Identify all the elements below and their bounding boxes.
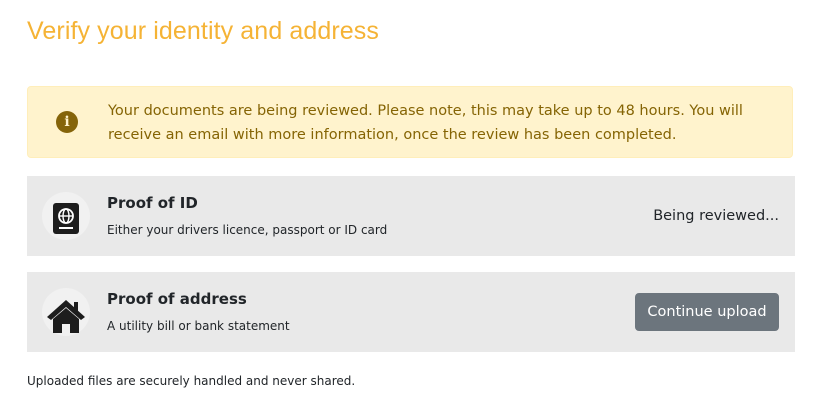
house-icon — [42, 288, 90, 336]
proof-of-address-title: Proof of address — [107, 290, 247, 308]
page-title: Verify your identity and address — [27, 17, 380, 45]
proof-of-id-card: Proof of ID Either your drivers licence,… — [27, 176, 795, 256]
proof-of-id-status: Being reviewed... — [653, 208, 779, 224]
footer-note: Uploaded files are securely handled and … — [27, 374, 356, 388]
proof-of-address-subtitle: A utility bill or bank statement — [107, 319, 290, 333]
review-alert: i Your documents are being reviewed. Ple… — [27, 86, 793, 158]
continue-upload-button[interactable]: Continue upload — [635, 293, 779, 331]
proof-of-id-title: Proof of ID — [107, 194, 198, 212]
proof-of-id-subtitle: Either your drivers licence, passport or… — [107, 223, 388, 237]
info-circle-icon: i — [56, 111, 78, 133]
proof-of-address-card: Proof of address A utility bill or bank … — [27, 272, 795, 352]
passport-icon — [42, 192, 90, 240]
alert-message: Your documents are being reviewed. Pleas… — [108, 103, 743, 143]
